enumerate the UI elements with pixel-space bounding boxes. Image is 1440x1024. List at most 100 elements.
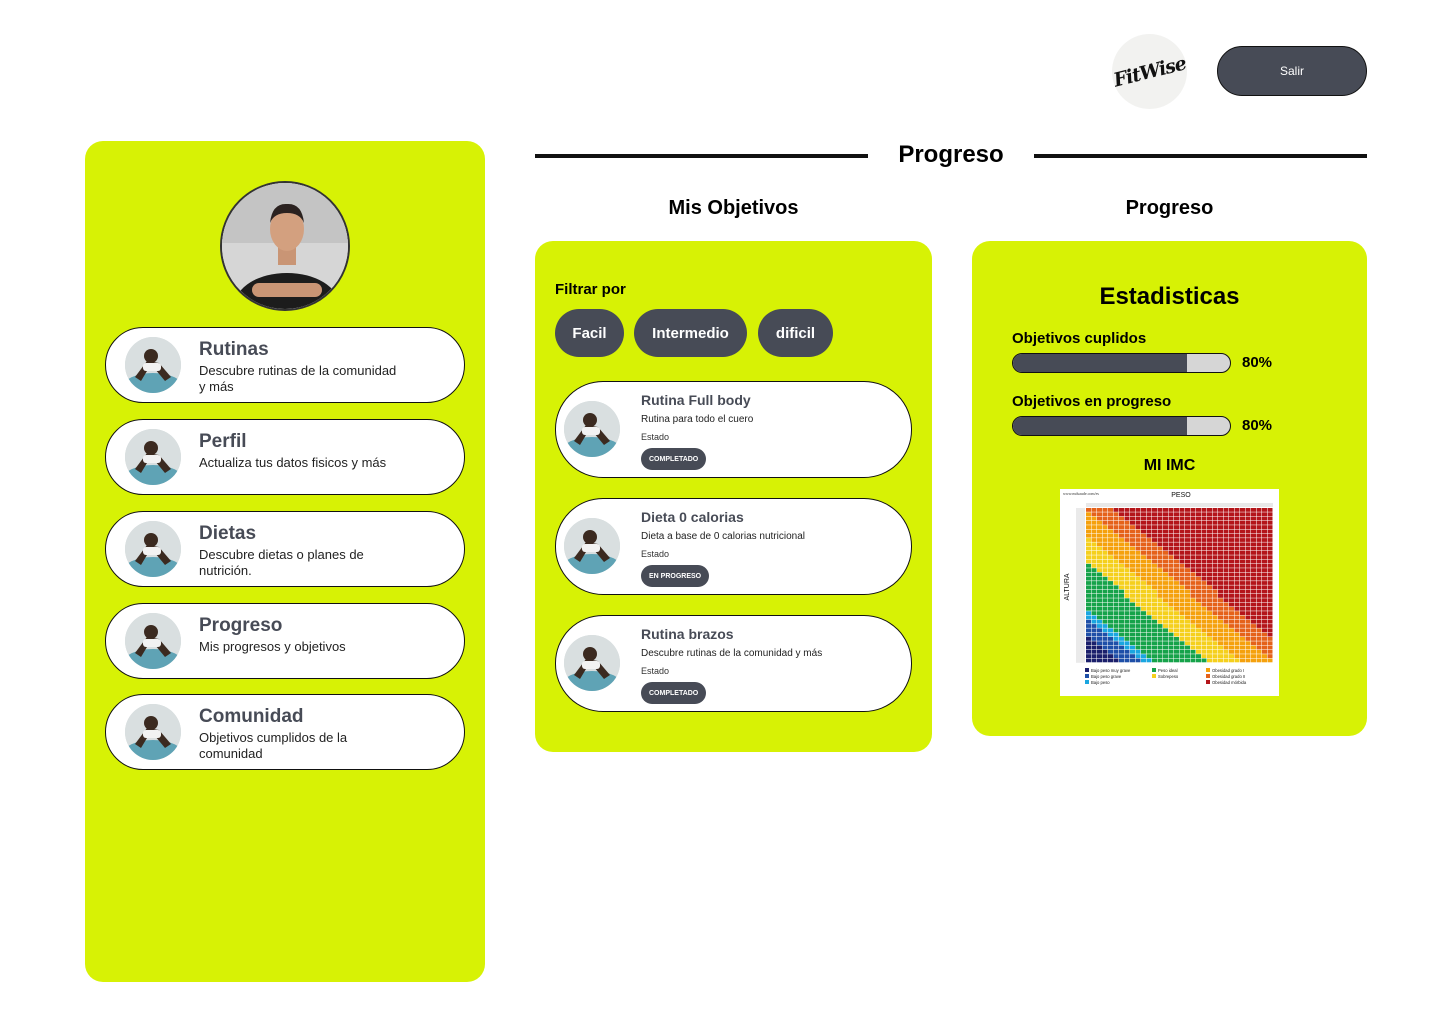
imc-cell [1245,628,1251,633]
imc-cell [1267,516,1273,521]
imc-cell [1212,658,1218,663]
imc-cell [1097,542,1102,547]
imc-cell [1218,645,1223,650]
imc-cell [1245,516,1251,521]
stat-label: Objetivos en progreso [1012,393,1172,410]
objective-card[interactable]: Rutina brazos Descubre rutinas de la comu… [555,615,912,712]
imc-cell [1091,551,1097,555]
imc-cell [1135,658,1141,663]
imc-cell [1163,615,1168,620]
imc-cell [1141,641,1146,646]
imc-cell [1086,654,1091,658]
imc-cell [1119,602,1124,607]
imc-cell [1190,628,1196,633]
filter-intermedio-button[interactable]: Intermedio [634,309,747,357]
imc-cell [1207,568,1212,572]
pushup-photo-icon [564,401,620,457]
imc-cell [1102,533,1108,538]
imc-cell [1135,546,1141,551]
imc-cell [1185,619,1190,624]
imc-cell [1196,606,1201,611]
imc-cell [1185,525,1190,529]
imc-cell [1174,520,1179,525]
fitwise-logo[interactable]: FitWise [1111,34,1188,109]
imc-cell [1201,619,1207,624]
imc-cell [1141,602,1146,607]
status-badge[interactable]: EN PROGRESO [641,565,710,587]
imc-cell [1267,508,1273,512]
imc-legend-swatch [1206,680,1210,684]
imc-cell [1185,624,1190,628]
imc-cell [1196,508,1201,512]
imc-cell [1196,602,1201,607]
objective-card[interactable]: Rutina Full body Rutina para todo el cuer… [555,381,912,478]
imc-cell [1174,624,1179,628]
imc-cell [1130,589,1135,594]
imc-cell [1108,551,1113,555]
imc-cell [1146,628,1152,633]
imc-cell [1201,637,1207,641]
imc-cell [1190,563,1196,568]
objective-card[interactable]: Dieta 0 calorias Dieta a base de 0 calori… [555,498,912,595]
imc-cell [1229,551,1234,555]
imc-cell [1119,576,1124,581]
imc-cell [1174,581,1179,585]
sidebar-item-dietas[interactable]: Dietas Descubre dietas o planes de nutric… [105,511,465,587]
imc-cell [1267,598,1273,603]
objective-thumbnail [564,401,620,457]
imc-cell [1251,563,1256,568]
status-badge[interactable]: COMPLETADO [641,448,707,470]
imc-cell [1262,654,1267,658]
imc-cell [1240,546,1245,551]
imc-cell [1146,641,1152,646]
imc-cell [1102,637,1108,641]
imc-cell [1168,641,1174,646]
imc-cell [1146,598,1152,603]
imc-cell [1091,512,1097,517]
imc-cell [1251,619,1256,624]
imc-cell [1091,546,1097,551]
sidebar-item-progreso[interactable]: Progreso Mis progresos y objetivos [105,603,465,679]
imc-cell [1135,624,1141,628]
imc-cell [1146,533,1152,538]
imc-cell [1207,585,1212,590]
imc-cell [1218,559,1223,564]
imc-cell [1157,589,1163,594]
imc-cell [1245,555,1251,560]
imc-cell [1152,585,1157,590]
imc-cell [1124,628,1130,633]
imc-cell [1124,559,1130,564]
imc-cell [1240,512,1245,517]
imc-cell [1157,525,1163,529]
imc-cell [1141,581,1146,585]
imc-cell [1179,555,1185,560]
imc-cell [1207,619,1212,624]
imc-cell [1223,589,1229,594]
profile-avatar[interactable] [220,181,350,311]
imc-cell [1234,533,1240,538]
imc-cell [1212,525,1218,529]
status-badge[interactable]: COMPLETADO [641,682,707,704]
imc-cell [1102,512,1108,517]
stats-title: Estadisticas [1099,283,1240,310]
imc-cell [1223,594,1229,598]
sidebar-item-comunidad[interactable]: Comunidad Objetivos cumplidos de la comun… [105,694,465,770]
sidebar-item-perfil[interactable]: Perfil Actualiza tus datos fisicos y más [105,419,465,495]
imc-cell [1141,520,1146,525]
imc-cell [1229,529,1234,534]
imc-cell [1124,525,1130,529]
imc-cell [1102,641,1108,646]
imc-cell [1108,649,1113,654]
imc-cell [1168,512,1174,517]
imc-cell [1267,576,1273,581]
sidebar-item-rutinas[interactable]: Rutinas Descubre rutinas de la comunidad … [105,327,465,403]
imc-cell [1201,508,1207,512]
imc-cell [1234,508,1240,512]
imc-cell [1108,611,1113,615]
logout-button[interactable]: Salir [1217,46,1367,96]
imc-cell [1086,619,1091,624]
imc-cell [1135,559,1141,564]
filter-dificil-button[interactable]: dificil [758,309,833,357]
filter-facil-button[interactable]: Facil [555,309,624,357]
imc-cell [1152,538,1157,542]
